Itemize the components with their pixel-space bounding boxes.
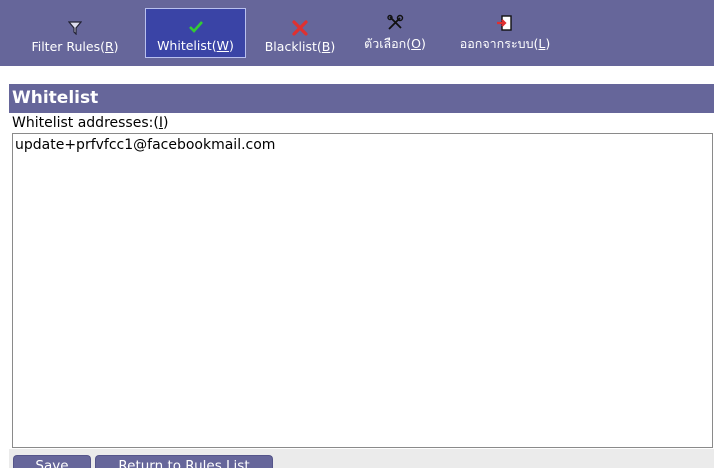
return-to-rules-list-button[interactable]: Return to Rules List: [95, 455, 273, 468]
blacklist-label: Blacklist(B): [264, 39, 336, 54]
tools-icon: [386, 12, 404, 34]
save-button[interactable]: Save: [13, 455, 91, 468]
logout-label: ออกจากระบบ(L): [459, 36, 551, 51]
logout-icon: [496, 12, 514, 34]
options-tab[interactable]: ตัวเลือก(O): [350, 8, 440, 58]
filter-rules-tab[interactable]: Filter Rules(R): [9, 8, 141, 58]
logout-tab[interactable]: ออกจากระบบ(L): [445, 8, 565, 58]
whitelist-addresses-textarea[interactable]: [12, 133, 713, 448]
filter-rules-label: Filter Rules(R): [31, 39, 119, 54]
section-title: Whitelist: [9, 84, 714, 113]
toolbar: Filter Rules(R) Whitelist(W) Blacklist(B…: [0, 0, 714, 66]
whitelist-tab[interactable]: Whitelist(W): [145, 8, 246, 58]
checkmark-icon: [188, 16, 204, 38]
red-x-icon: [291, 17, 309, 39]
filter-icon: [68, 17, 82, 39]
whitelist-addresses-label: Whitelist addresses:(I): [12, 115, 169, 131]
options-label: ตัวเลือก(O): [364, 36, 426, 51]
blacklist-tab[interactable]: Blacklist(B): [250, 8, 350, 58]
whitelist-label: Whitelist(W): [157, 38, 234, 53]
